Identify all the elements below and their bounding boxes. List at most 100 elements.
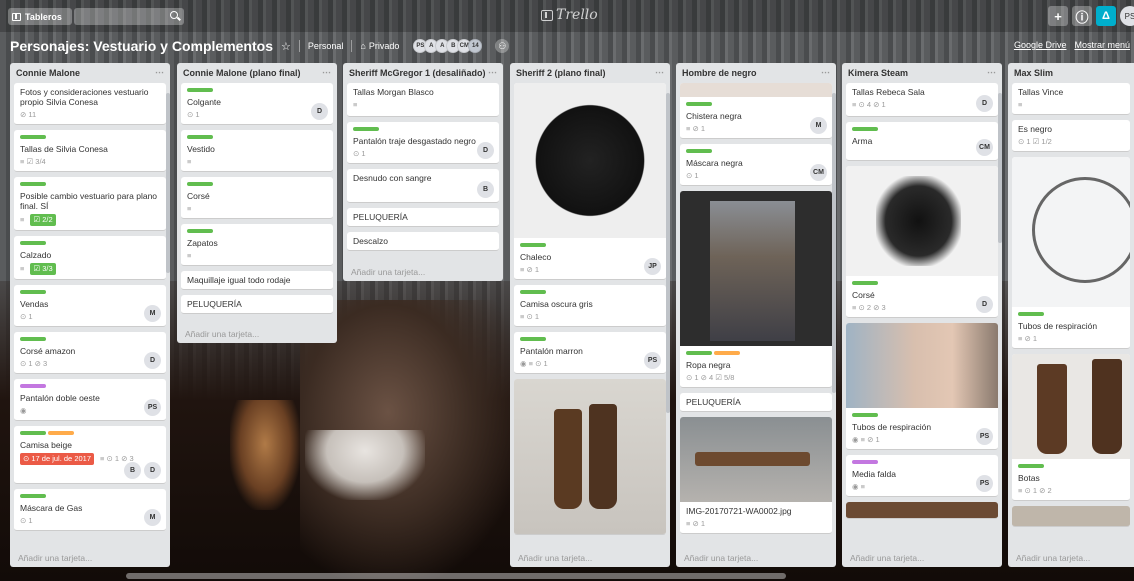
card[interactable]: PELUQUERÍA — [680, 393, 832, 412]
star-icon[interactable]: ☆ — [281, 40, 291, 53]
card[interactable]: Desnudo con sangre B — [347, 169, 499, 203]
list-title[interactable]: Kimera Steam — [848, 68, 908, 78]
list-menu-icon[interactable]: ⋯ — [655, 67, 664, 78]
member-avatar[interactable]: D — [976, 95, 993, 112]
list-title[interactable]: Max Slim — [1014, 68, 1053, 78]
list-header[interactable]: Kimera Steam ⋯ — [842, 63, 1002, 83]
add-button[interactable]: + — [1048, 6, 1068, 26]
notifications-button[interactable]: Δ — [1096, 6, 1116, 26]
list-title[interactable]: Connie Malone (plano final) — [183, 68, 301, 78]
list-header[interactable]: Connie Malone ⋯ — [10, 63, 170, 83]
card[interactable]: Fotos y consideraciones vestuario propio… — [14, 83, 166, 125]
list-menu-icon[interactable]: ⋯ — [821, 67, 830, 78]
info-icon[interactable]: ⓘ — [1072, 6, 1092, 26]
search-input[interactable] — [74, 8, 184, 25]
card[interactable]: Descalzo — [347, 232, 499, 251]
card[interactable]: Media falda ◉ ≡ PS — [846, 455, 998, 497]
list-header[interactable]: Sheriff 2 (plano final) ⋯ — [510, 63, 670, 83]
card[interactable]: Arma CM — [846, 122, 998, 161]
list-menu-icon[interactable]: ⋯ — [488, 67, 497, 78]
member-avatar[interactable]: PS — [976, 428, 993, 445]
card[interactable]: Corsé ≡ ⊙ 2 ⊘ 3 D — [846, 166, 998, 318]
card[interactable]: Corsé amazon ⊙ 1 ⊘ 3 D — [14, 332, 166, 374]
card[interactable]: Camisa oscura gris ≡ ⊙ 1 — [514, 285, 666, 327]
card[interactable]: Camisa beige ⊙ 17 de jul. de 2017 ≡ ⊙ 1 ⊘… — [14, 426, 166, 484]
add-card-link[interactable]: Añadir una tarjeta... — [684, 553, 758, 563]
card[interactable]: Tallas Morgan Blasco ≡ — [347, 83, 499, 117]
card[interactable]: Es negro ⊙ 1 ☑ 1/2 — [1012, 120, 1130, 152]
list-header[interactable]: Sheriff McGregor 1 (desaliñado) ⋯ — [343, 63, 503, 83]
list-title[interactable]: Hombre de negro — [682, 68, 757, 78]
member-count[interactable]: 14 — [468, 39, 483, 53]
add-card-link[interactable]: Añadir una tarjeta... — [18, 553, 92, 563]
list-scrollbar[interactable] — [666, 93, 670, 413]
card[interactable] — [1012, 506, 1130, 527]
card[interactable]: Vendas ⊙ 1 M — [14, 285, 166, 327]
card[interactable]: Zapatos ≡ — [181, 224, 333, 266]
card[interactable]: Tubos de respiración ◉ ≡ ⊘ 1 PS — [846, 323, 998, 450]
member-avatar[interactable]: M — [810, 117, 827, 134]
card[interactable]: PELUQUERÍA — [181, 295, 333, 314]
visibility-button[interactable]: ⌂ Privado — [360, 41, 399, 51]
list-scrollbar[interactable] — [832, 93, 836, 393]
list-scrollbar[interactable] — [998, 93, 1002, 243]
card[interactable]: Vestido ≡ — [181, 130, 333, 172]
member-avatar[interactable]: D — [144, 352, 161, 369]
card[interactable]: Colgante ⊙ 1 D — [181, 83, 333, 125]
card[interactable]: Máscara de Gas ⊙ 1 M — [14, 489, 166, 531]
member-avatar[interactable]: PS — [144, 399, 161, 416]
add-card-link[interactable]: Añadir una tarjeta... — [185, 329, 259, 339]
add-card-link[interactable]: Añadir una tarjeta... — [1016, 553, 1090, 563]
show-menu-link[interactable]: Mostrar menú — [1074, 40, 1130, 50]
list-header[interactable]: Connie Malone (plano final) ⋯ — [177, 63, 337, 83]
card[interactable]: Pantalón marron ◉ ≡ ⊙ 1 PS — [514, 332, 666, 374]
search-icon[interactable] — [170, 11, 178, 19]
team-button[interactable]: Personal — [308, 41, 344, 51]
list-menu-icon[interactable]: ⋯ — [987, 67, 996, 78]
card[interactable]: Posible cambio vestuario para plano fina… — [14, 177, 166, 231]
list-title[interactable]: Sheriff McGregor 1 (desaliñado) — [349, 68, 486, 78]
card[interactable]: Tubos de respiración ≡ ⊘ 1 — [1012, 157, 1130, 349]
card[interactable]: Chistera negra ≡ ⊘ 1 M — [680, 83, 832, 139]
member-avatar[interactable]: PS — [976, 475, 993, 492]
user-avatar[interactable]: PS — [1120, 6, 1134, 26]
card[interactable]: Corsé ≡ — [181, 177, 333, 219]
add-card-link[interactable]: Añadir una tarjeta... — [850, 553, 924, 563]
board-horizontal-scrollbar[interactable] — [126, 573, 786, 579]
member-avatar[interactable]: CM — [976, 139, 993, 156]
card[interactable] — [514, 379, 666, 535]
card[interactable]: Maquillaje igual todo rodaje — [181, 271, 333, 290]
card[interactable]: Calzado ≡ ☑ 3/3 — [14, 236, 166, 280]
list-title[interactable]: Connie Malone — [16, 68, 80, 78]
card[interactable]: IMG-20170721-WA0002.jpg ≡ ⊘ 1 — [680, 417, 832, 534]
card[interactable]: Chaleco ≡ ⊘ 1 JP — [514, 83, 666, 280]
card[interactable]: PELUQUERÍA — [347, 208, 499, 227]
member-avatar[interactable]: D — [311, 103, 328, 120]
card[interactable]: Pantalón doble oeste ◉ PS — [14, 379, 166, 421]
card[interactable]: Botas ≡ ⊙ 1 ⊘ 2 — [1012, 354, 1130, 501]
card[interactable]: Ropa negra ⊙ 1 ⊘ 4 ☑ 5/8 — [680, 191, 832, 388]
member-avatar[interactable]: CM — [810, 164, 827, 181]
member-avatar[interactable]: M — [144, 305, 161, 322]
card[interactable]: Pantalón traje desgastado negro ⊙ 1 D — [347, 122, 499, 164]
add-card-link[interactable]: Añadir una tarjeta... — [518, 553, 592, 563]
member-avatar[interactable]: D — [144, 462, 161, 479]
card[interactable]: Máscara negra ⊙ 1 CM — [680, 144, 832, 186]
board-title[interactable]: Personajes: Vestuario y Complementos — [10, 38, 273, 54]
card[interactable]: Tallas de Silvia Conesa ≡ ☑ 3/4 — [14, 130, 166, 172]
list-header[interactable]: Hombre de negro ⋯ — [676, 63, 836, 83]
member-avatar[interactable]: D — [477, 142, 494, 159]
card[interactable] — [846, 502, 998, 519]
list-header[interactable]: Max Slim — [1008, 63, 1134, 83]
google-drive-link[interactable]: Google Drive — [1014, 40, 1067, 50]
boards-button[interactable]: Tableros — [8, 8, 72, 25]
member-avatar[interactable]: B — [124, 462, 141, 479]
list-title[interactable]: Sheriff 2 (plano final) — [516, 68, 606, 78]
list-menu-icon[interactable]: ⋯ — [155, 67, 164, 78]
member-avatar[interactable]: JP — [644, 258, 661, 275]
member-avatar[interactable]: B — [477, 181, 494, 198]
member-avatar[interactable]: M — [144, 509, 161, 526]
list-menu-icon[interactable]: ⋯ — [322, 67, 331, 78]
card[interactable]: Tallas Vince ≡ — [1012, 83, 1130, 115]
member-avatar[interactable]: PS — [644, 352, 661, 369]
